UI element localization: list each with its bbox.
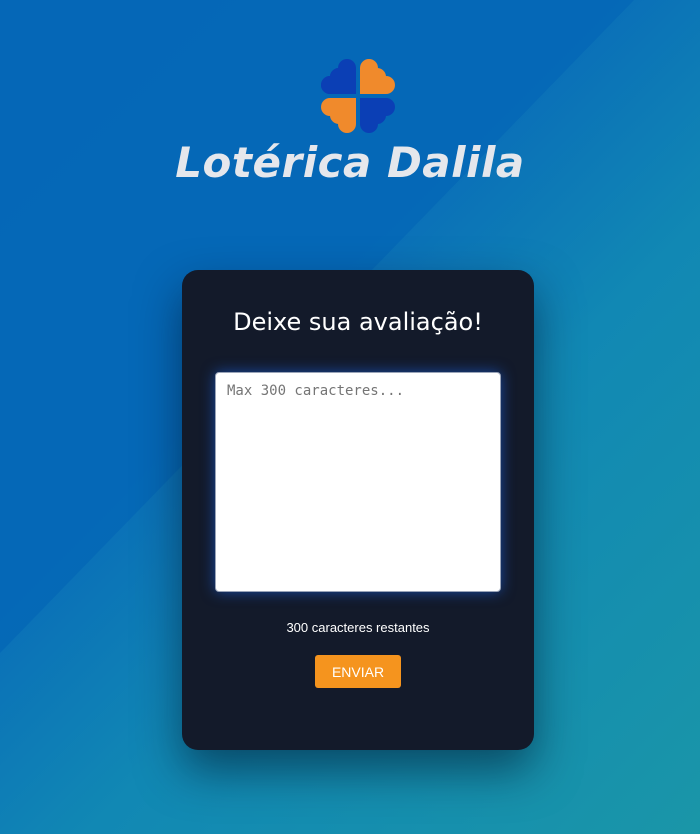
review-title: Deixe sua avaliação! [233, 308, 483, 336]
characters-remaining-counter: 300 caracteres restantes [286, 620, 430, 635]
review-textarea[interactable] [215, 372, 501, 592]
clover-logo-icon [321, 59, 395, 133]
review-card: Deixe sua avaliação! 300 caracteres rest… [182, 270, 534, 750]
submit-button[interactable]: ENVIAR [315, 655, 401, 688]
brand-title: Lotérica Dalila [175, 138, 525, 187]
